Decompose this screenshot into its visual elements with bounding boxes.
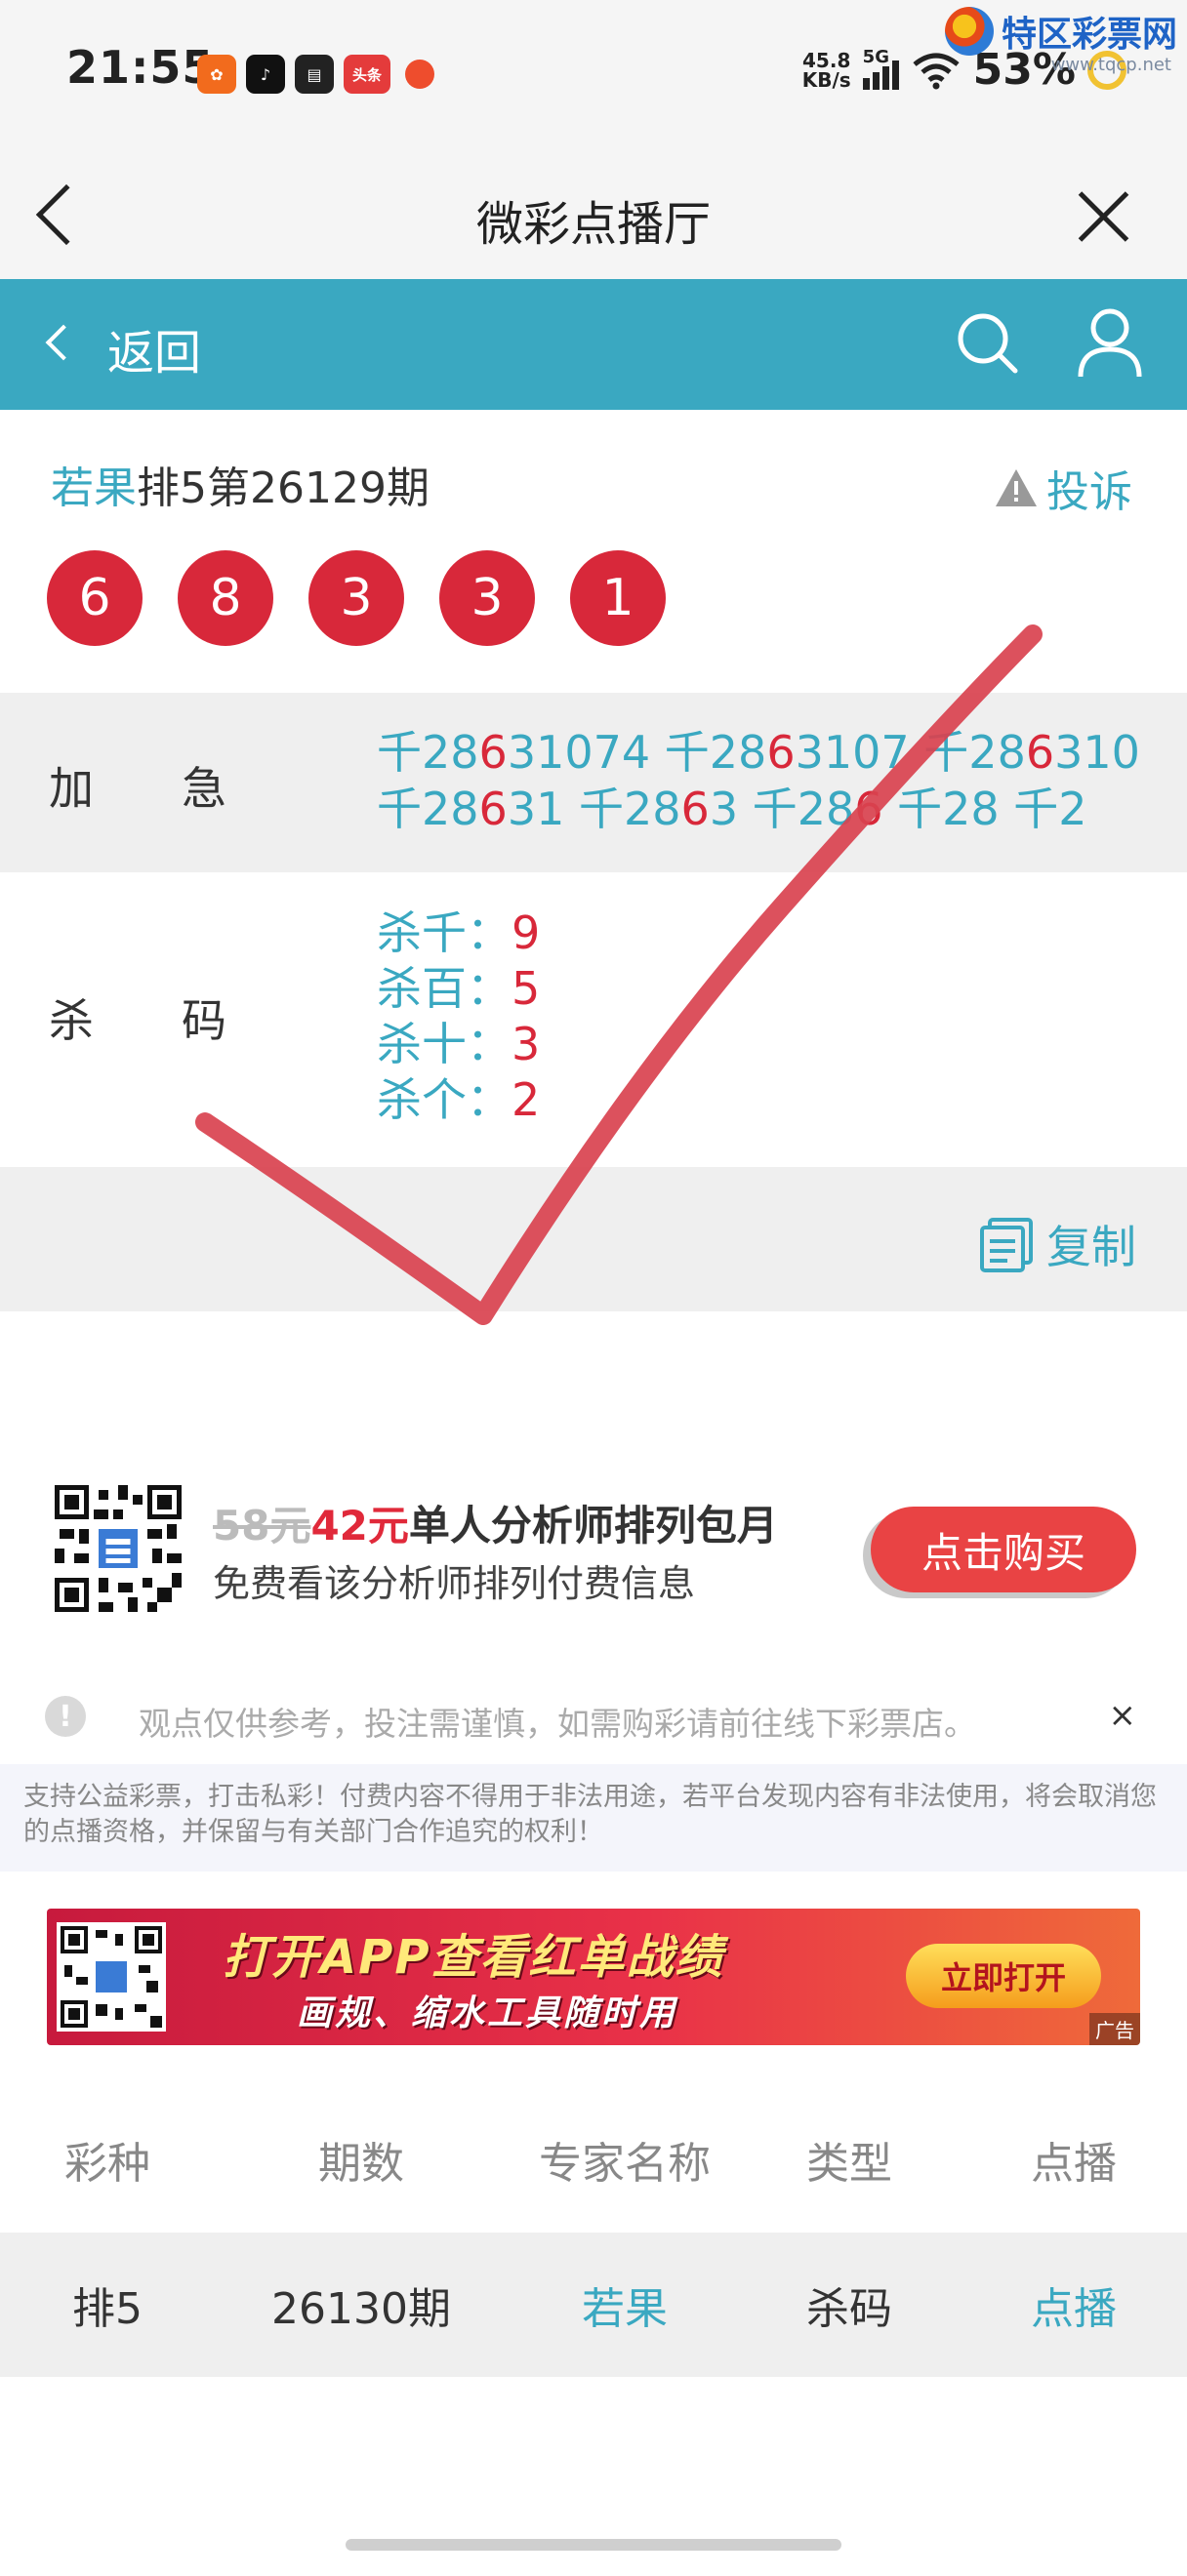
copy-label: 复制 [1046,1221,1136,1273]
app-icon-orange-dot [400,55,439,94]
app-icon-toutiao: 头条 [344,55,390,94]
urgent-text: 31 千28 [507,783,681,835]
urgent-text: 千28 [377,783,479,835]
cell-play-link[interactable]: 点播 [966,2233,1181,2377]
open-app-button[interactable]: 立即打开 [906,1944,1101,2008]
column-header: 彩种 [64,2139,150,2189]
promo-title: 58元42元单人分析师排列包月 [213,1502,778,1550]
kill-code-label: 杀码 [49,994,314,1047]
info-icon: ! [45,1696,86,1737]
result-ball: 6 [47,550,143,646]
urgent-text: 310 [1054,726,1140,779]
result-balls: 6 8 3 3 1 [47,550,666,646]
promo-subtitle: 免费看该分析师排列付费信息 [213,1562,696,1605]
signal-icon: 5G [862,47,899,90]
new-price: 42元 [310,1502,409,1550]
complain-button[interactable]: 投诉 [994,457,1132,519]
kill-item: 杀个：2 [377,1073,541,1126]
watermark-url: www.tqcp.net [1050,55,1171,75]
kill-item: 杀百：5 [377,962,541,1015]
tiktok-icon: ♪ [246,55,285,94]
highlight-digit: 6 [680,783,710,835]
issue-section: 若果排5第26129期 投诉 6 8 3 3 1 [0,410,1187,693]
network-type: 5G [862,46,889,67]
chevron-left-icon[interactable] [45,324,82,361]
ad-tag: 广告 [1089,2013,1140,2045]
promo-section: 58元42元单人分析师排列包月 免费看该分析师排列付费信息 点击购买 [0,1464,1187,1639]
result-ball: 1 [570,550,666,646]
page-title: 微彩点播厅 [475,197,711,252]
urgent-content: 千28631074 千2863107 千286310 千28631 千2863 … [377,724,1158,837]
column-header: 类型 [806,2139,892,2189]
cell-type: 杀码 [806,2284,892,2334]
cell-expert-link[interactable]: 若果 [498,2233,752,2377]
search-icon[interactable] [953,308,1021,377]
old-price: 58元 [213,1502,311,1550]
complain-label: 投诉 [1046,467,1132,517]
urgent-line-2: 千28631 千2863 千286 千28 千2 [377,781,1158,837]
notice-close-button[interactable]: × [1109,1696,1137,1735]
watermark-logo-icon [944,7,994,56]
app-banner-ad[interactable]: 打开APP查看红单战绩 画规、缩水工具随时用 立即打开 广告 [47,1909,1140,2045]
urgent-text: 3 千28 [709,783,855,835]
urgent-row: 加急 千28631074 千2863107 千286310 千28631 千28… [0,693,1187,872]
urgent-text: 千28 [377,726,479,779]
net-speed: 45.8 KB/s [801,48,851,92]
issue-number: 排5第26129期 [137,463,430,513]
column-header: 点播 [1031,2139,1117,2189]
copy-button[interactable]: 复制 [978,1212,1136,1276]
watermark: 特区彩票网 www.tqcp.net [944,6,1177,75]
notice-text: 观点仅供参考，投注需谨慎，如需购彩请前往线下彩票店。 [139,1705,976,1743]
cell-lottery-type: 排5 [72,2284,143,2334]
warning-icon [996,469,1037,506]
banner-headline: 打开APP查看红单战绩 [223,1930,724,1985]
copy-row: 复制 [0,1167,1187,1311]
urgent-text: 千28 千2 [882,783,1087,835]
urgent-label: 加急 [49,762,314,815]
result-ball: 3 [308,550,404,646]
kill-item: 杀千：9 [377,906,541,959]
watermark-name: 特区彩票网 [1001,15,1177,55]
highlight-digit: 6 [854,783,883,835]
title-bar: 微彩点播厅 [0,146,1187,279]
qr-code-icon [55,1485,182,1612]
banner-qr-code-icon [57,1922,166,2032]
highlight-digit: 6 [478,726,508,779]
cell-issue: 26130期 [271,2284,451,2334]
table-header: 彩种 期数 专家名称 类型 点播 [0,2086,1187,2233]
buy-button[interactable]: 点击购买 [871,1507,1136,1592]
back-button[interactable]: 返回 [107,314,201,382]
highlight-digit: 6 [1025,726,1055,779]
table-row: 排5 26130期 若果 杀码 点播 [0,2233,1187,2377]
column-header: 专家名称 [539,2139,711,2189]
app-header: 返回 [0,279,1187,410]
urgent-line-1: 千28631074 千2863107 千286310 [377,724,1158,781]
column-header: 期数 [318,2139,404,2189]
urgent-text: 31074 千28 [507,726,767,779]
app-icon-orange: ✿ [197,55,236,94]
notice-bar: ! 观点仅供参考，投注需谨慎，如需购彩请前往线下彩票店。 × [0,1674,1187,1752]
banner-subline: 画规、缩水工具随时用 [297,1993,678,2033]
home-indicator[interactable] [346,2539,841,2551]
urgent-text: 3107 千28 [795,726,1026,779]
app-icon-news: ▤ [295,55,334,94]
highlight-digit: 6 [766,726,796,779]
status-time: 21:55 [66,41,215,94]
kill-code-list: 杀千：9 杀百：5 杀十：3 杀个：2 [377,906,540,1128]
close-icon[interactable] [1074,187,1132,246]
author-name[interactable]: 若果 [51,463,137,513]
result-ball: 8 [178,550,273,646]
issue-title: 若果排5第26129期 [51,453,430,515]
status-app-icons: ✿ ♪ ▤ 头条 [197,55,439,94]
highlight-digit: 6 [478,783,508,835]
legal-notice: 支持公益彩票，打击私彩！付费内容不得用于非法用途，若平台发现内容有非法使用，将会… [0,1764,1187,1872]
kill-item: 杀十：3 [377,1018,541,1070]
user-icon[interactable] [1076,306,1144,379]
kill-code-row: 杀码 杀千：9 杀百：5 杀十：3 杀个：2 [0,872,1187,1167]
copy-icon [980,1218,1033,1272]
legal-text: 支持公益彩票，打击私彩！付费内容不得用于非法用途，若平台发现内容有非法使用，将会… [23,1782,1157,1847]
result-ball: 3 [439,550,535,646]
